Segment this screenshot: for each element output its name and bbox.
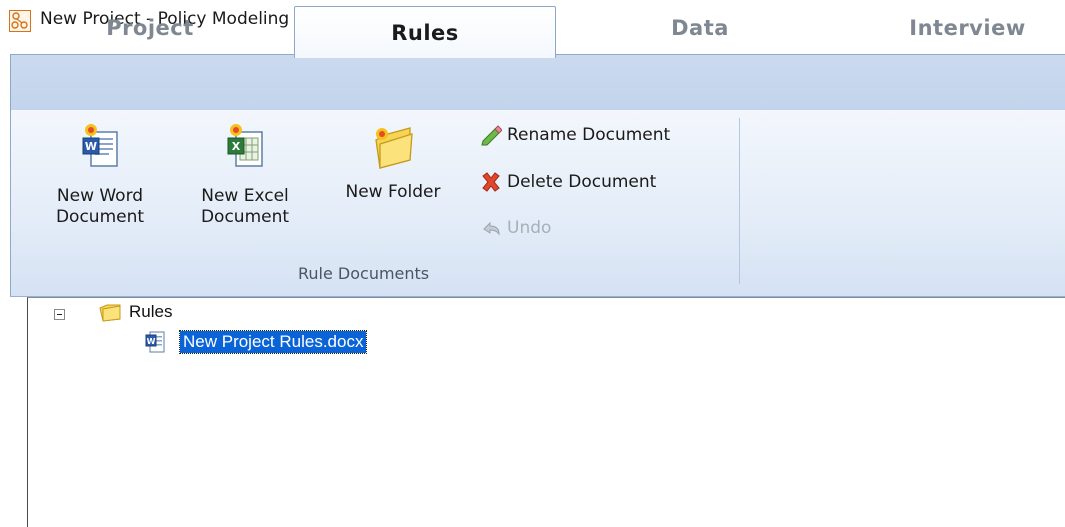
word-doc-icon: W <box>145 331 165 353</box>
rename-document-label: Rename Document <box>507 125 671 145</box>
folder-icon <box>99 304 121 322</box>
tab-project[interactable]: Project <box>60 0 240 55</box>
pencil-icon <box>481 125 502 146</box>
svg-text:W: W <box>147 337 156 346</box>
new-folder-label: New Folder <box>345 182 441 202</box>
tab-interview[interactable]: Interview <box>870 0 1065 55</box>
undo-icon <box>483 221 500 236</box>
tree-collapse-toggle[interactable] <box>54 309 65 320</box>
tab-data[interactable]: Data <box>620 0 780 55</box>
ribbon-group-label: Rule Documents <box>298 264 430 283</box>
word-document-new-icon: W <box>82 124 118 167</box>
policy-modeling-app-icon <box>9 10 31 32</box>
svg-text:X: X <box>232 140 241 153</box>
new-word-document-label: New Word Document <box>55 186 145 227</box>
svg-text:W: W <box>85 140 97 153</box>
new-folder-button[interactable]: New Folder <box>328 120 458 203</box>
red-x-icon <box>482 172 500 192</box>
excel-document-new-icon: X <box>227 124 263 167</box>
ribbon-tab-strip <box>10 54 1065 112</box>
new-excel-document-button[interactable]: X New Excel Document <box>185 120 305 228</box>
ribbon-group-divider <box>739 118 740 284</box>
tab-rules[interactable]: Rules <box>294 6 556 58</box>
folder-new-icon <box>375 127 413 169</box>
delete-document-label: Delete Document <box>507 172 657 192</box>
delete-document-button[interactable]: Delete Document <box>480 171 656 193</box>
undo-button[interactable]: Undo <box>480 217 551 239</box>
rename-document-button[interactable]: Rename Document <box>480 124 670 146</box>
tree-item-new-project-rules[interactable]: New Project Rules.docx <box>178 330 368 354</box>
new-word-document-button[interactable]: W New Word Document <box>40 120 160 228</box>
new-excel-document-label: New Excel Document <box>200 186 290 227</box>
tree-root-label[interactable]: Rules <box>129 302 172 322</box>
undo-label: Undo <box>507 218 552 238</box>
